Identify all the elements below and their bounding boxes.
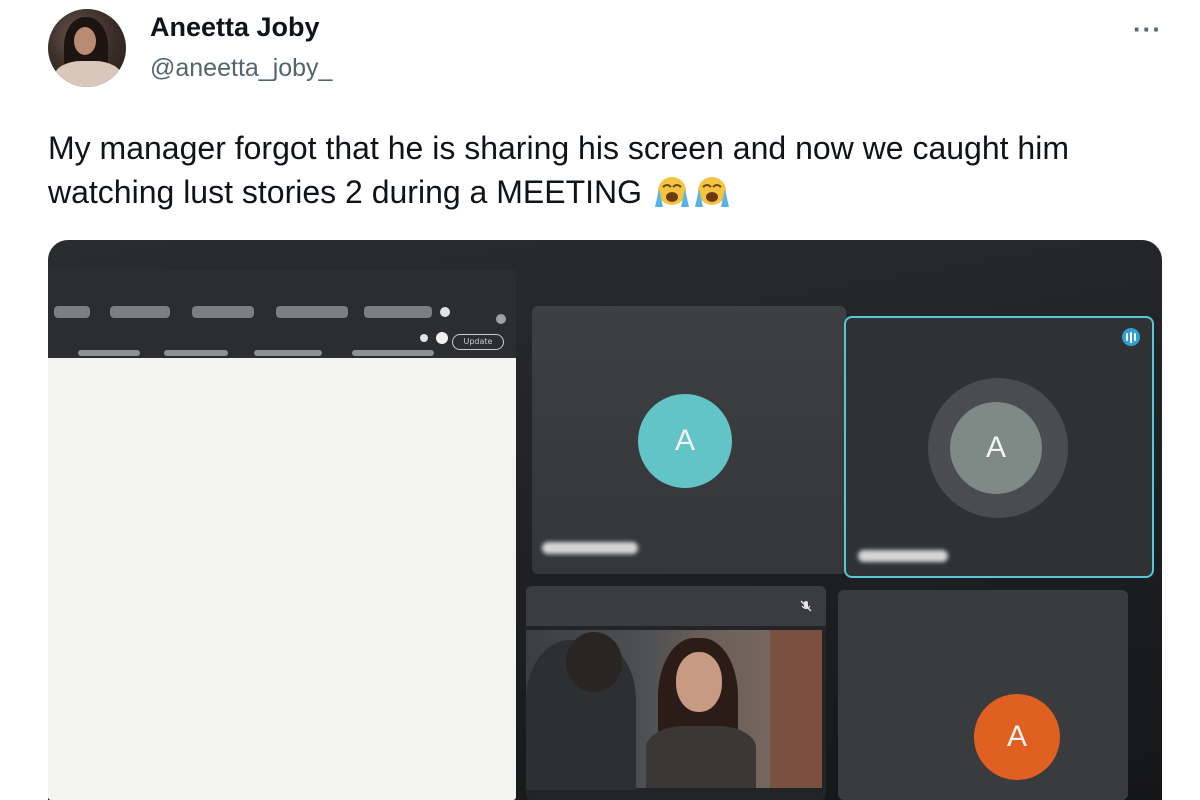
participant-avatar: A bbox=[950, 402, 1042, 494]
participant-avatar: A bbox=[974, 694, 1060, 780]
participant-avatar: A bbox=[638, 394, 732, 488]
participant-tile-active-speaker: A bbox=[844, 316, 1154, 578]
author-avatar[interactable] bbox=[48, 9, 126, 87]
muted-mic-icon bbox=[800, 600, 812, 612]
shared-screen-browser: Update bbox=[48, 270, 516, 800]
loudly-crying-face-icon bbox=[694, 177, 729, 207]
video-feed bbox=[526, 630, 822, 790]
participant-name-blurred bbox=[542, 542, 638, 554]
tweet-media-photo[interactable]: Update A A A bbox=[48, 240, 1162, 800]
tweet-text: My manager forgot that he is sharing his… bbox=[48, 126, 1168, 214]
speaking-indicator-icon bbox=[1122, 328, 1140, 346]
participant-video-tile bbox=[526, 586, 826, 800]
more-options-button[interactable]: ··· bbox=[1133, 14, 1162, 45]
tweet-body: My manager forgot that he is sharing his… bbox=[48, 130, 1069, 210]
participant-name-blurred bbox=[858, 550, 948, 562]
participant-tile: A bbox=[532, 306, 846, 574]
author-handle[interactable]: @aneetta_joby_ bbox=[150, 54, 332, 83]
browser-toolbar: Update bbox=[48, 270, 516, 358]
participant-tile: A bbox=[838, 590, 1128, 800]
browser-update-button: Update bbox=[452, 334, 504, 350]
author-display-name[interactable]: Aneetta Joby bbox=[150, 12, 320, 43]
tweet-header: Aneetta Joby @aneetta_joby_ ··· bbox=[0, 0, 1200, 110]
loudly-crying-face-icon bbox=[654, 177, 689, 207]
